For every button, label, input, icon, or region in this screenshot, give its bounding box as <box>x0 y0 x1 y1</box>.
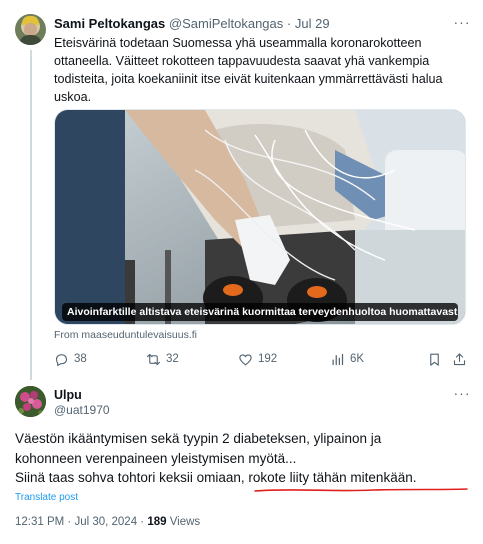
link-source[interactable]: From maaseuduntulevaisuus.fi <box>54 329 197 341</box>
thread-connector-line <box>30 50 32 380</box>
like-button[interactable]: 192 <box>238 349 277 369</box>
views-label: Views <box>166 516 201 528</box>
avatar[interactable] <box>15 386 46 417</box>
share-button[interactable] <box>452 349 467 369</box>
action-bar: 38 32 192 6K <box>54 349 469 369</box>
views-count: 6K <box>350 353 365 365</box>
avatar-body <box>19 35 42 45</box>
views-button[interactable]: 6K <box>330 349 364 369</box>
share-icon <box>453 352 466 365</box>
repost-count: 32 <box>166 353 179 365</box>
translate-post-link[interactable]: Translate post <box>15 492 78 503</box>
like-count: 192 <box>258 353 278 365</box>
more-options-icon[interactable]: ··· <box>452 384 472 402</box>
heart-icon <box>239 353 252 366</box>
separator-dot: · <box>286 16 292 31</box>
author-name[interactable]: Ulpu <box>54 388 82 402</box>
bookmark-icon <box>430 353 439 366</box>
avatar[interactable] <box>15 14 46 45</box>
author-handle[interactable]: @uat1970 <box>54 403 110 417</box>
flower-avatar-image <box>15 386 46 417</box>
tweet-text-line: Väestön ikääntymisen sekä tyypin 2 diabe… <box>15 431 382 446</box>
red-underline-annotation <box>254 488 468 492</box>
link-card-image[interactable]: Aivoinfarktille altistava eteisvärinä ku… <box>54 109 466 325</box>
more-options-icon[interactable]: ··· <box>452 13 472 31</box>
views-count: 189 <box>147 516 167 528</box>
reply-icon <box>55 353 68 366</box>
post-date[interactable]: Jul 29 <box>295 16 330 31</box>
post-timestamp[interactable]: 12:31 PM · Jul 30, 2024 · <box>15 516 147 528</box>
reply-button[interactable]: 38 <box>54 349 87 369</box>
tweet-text-segment: Siinä taas sohva tohtori keksii omiaan, <box>15 470 249 485</box>
tweet-text-line: Siinä taas sohva tohtori keksii omiaan, … <box>15 468 475 488</box>
tweet-text: Väestön ikääntymisen sekä tyypin 2 diabe… <box>15 429 475 488</box>
tweet-text-line: kohonneen verenpaineen yleistymisen myöt… <box>15 450 297 466</box>
analytics-icon <box>332 353 344 365</box>
post-metadata: 12:31 PM · Jul 30, 2024 · 189 Views <box>15 516 200 528</box>
reply-count: 38 <box>74 353 87 365</box>
tweet-text-line: todisteita, joita koekaniinit itse eivät… <box>54 72 443 86</box>
tweet-text: Eteisvärinä todetaan Suomessa yhä useamm… <box>54 34 464 106</box>
hospital-photo <box>55 110 465 324</box>
author-name[interactable]: Sami Peltokangas <box>54 16 165 31</box>
media-caption: Aivoinfarktille altistava eteisvärinä ku… <box>62 303 458 321</box>
author-handle[interactable]: @SamiPeltokangas <box>169 16 283 31</box>
tweet-text-line: uskoa. <box>54 90 92 104</box>
tweet-header: Sami Peltokangas @SamiPeltokangas · Jul … <box>54 16 330 31</box>
repost-button[interactable]: 32 <box>146 349 179 369</box>
underlined-text-segment: rokote liity tähän mitenkään. <box>248 470 417 485</box>
quoted-tweet[interactable]: Sami Peltokangas @SamiPeltokangas · Jul … <box>0 0 483 380</box>
tweet-text-line: Eteisvärinä todetaan Suomessa yhä useamm… <box>54 36 422 50</box>
repost-icon <box>147 353 160 365</box>
bookmark-button[interactable] <box>427 349 442 369</box>
reply-tweet[interactable]: Ulpu @uat1970 ··· Väestön ikääntymisen s… <box>0 378 483 544</box>
tweet-text-line: ottaneella. Väitteet rokotteen tappavuud… <box>54 54 430 68</box>
